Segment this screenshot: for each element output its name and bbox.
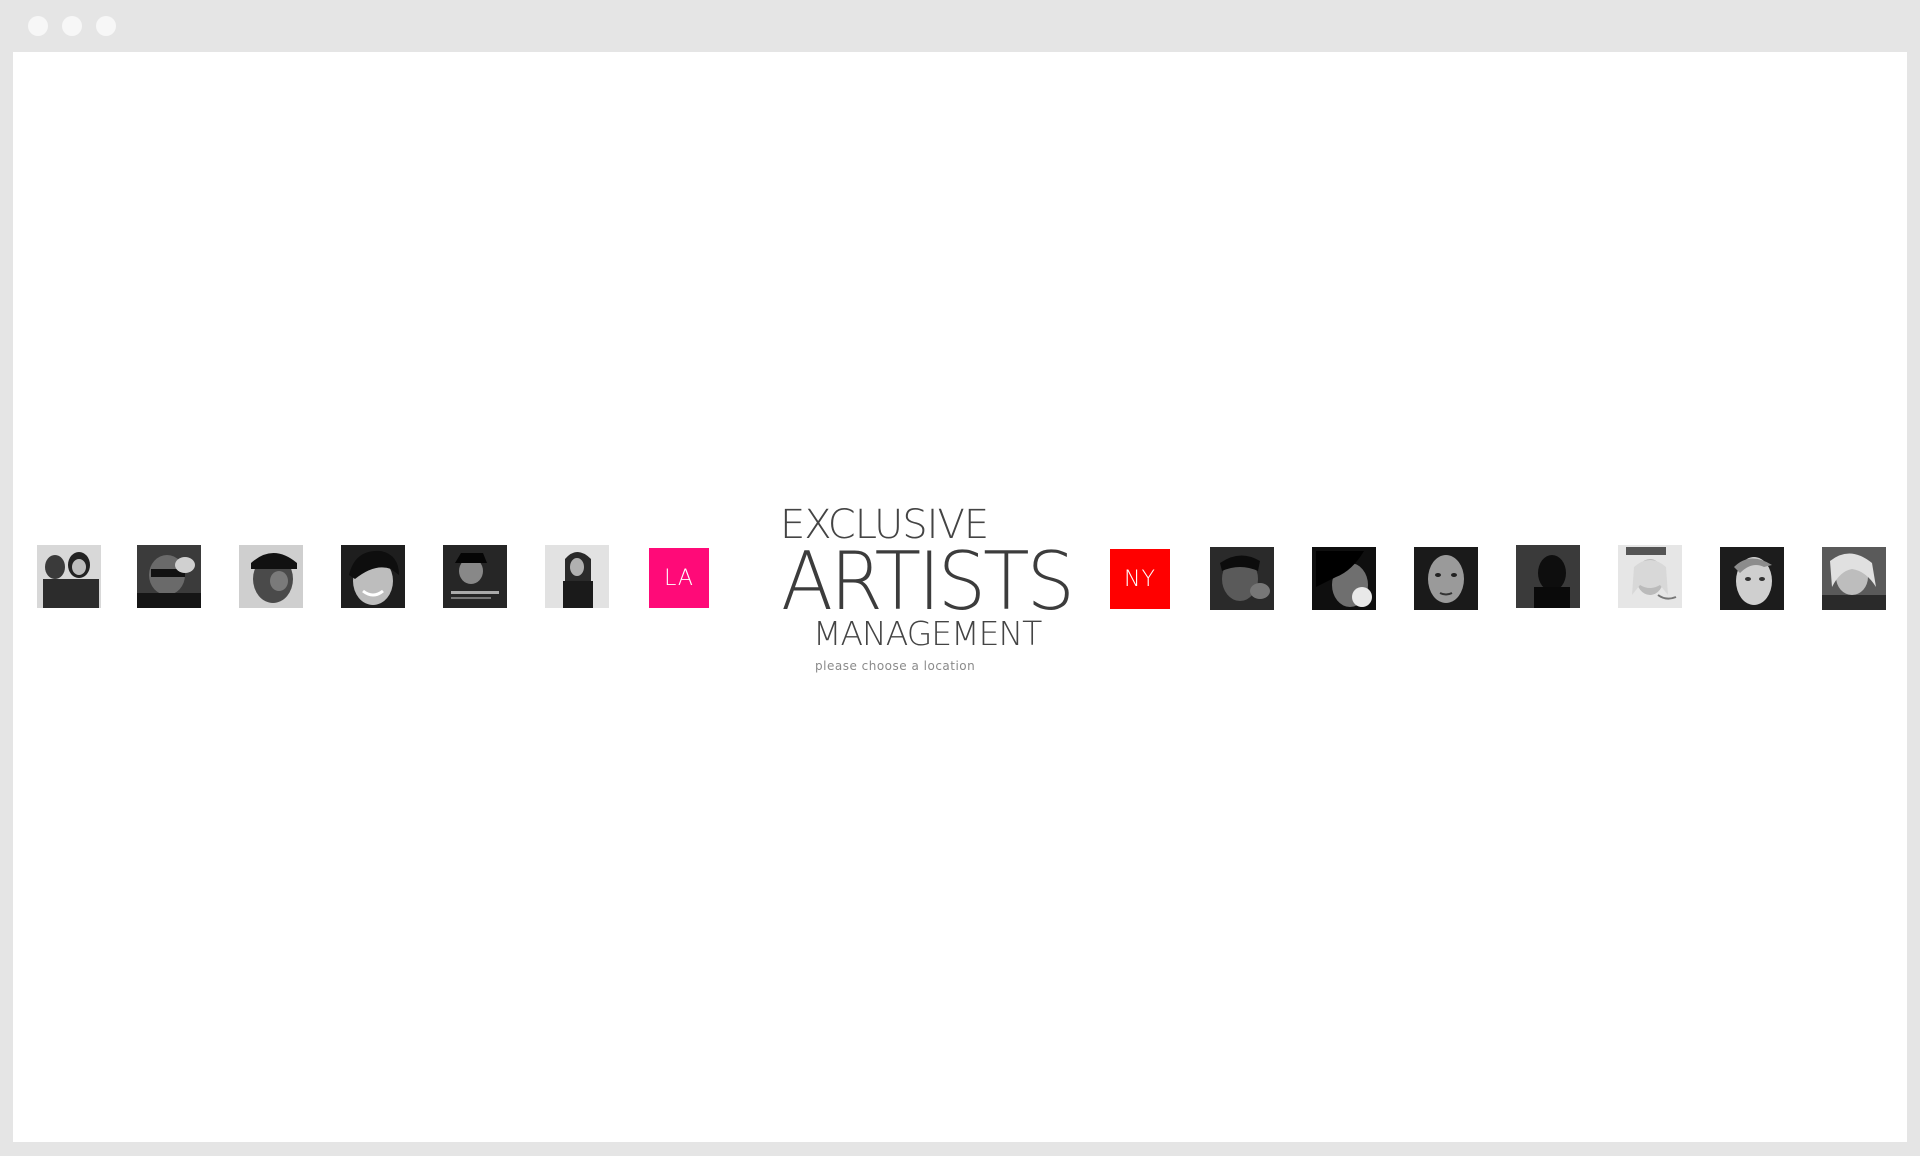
artist-photo-icon [1822,547,1886,610]
la-location-button[interactable]: LA [649,548,709,608]
ny-location-label: NY [1124,566,1156,592]
artist-thumbnail-2[interactable] [137,545,201,608]
artist-photo-icon [37,545,101,608]
artist-photo-icon [1720,547,1784,610]
artist-photo-icon [1210,547,1274,610]
ny-location-button[interactable]: NY [1110,549,1170,609]
artist-thumbnail-12[interactable] [1720,547,1784,610]
artist-photo-icon [545,545,609,608]
artist-thumbnail-13[interactable] [1822,547,1886,610]
artist-photo-icon [1618,545,1682,608]
la-location-label: LA [664,565,694,591]
page-viewport: LA EXCLUSIVE ARTISTS MANAGEMENT please c… [13,52,1907,1142]
artist-thumbnail-5[interactable] [443,545,507,608]
artist-thumbnail-8[interactable] [1312,547,1376,610]
logo-line-management: MANAGEMENT [813,614,1042,653]
artist-thumbnail-11[interactable] [1618,545,1682,608]
location-prompt: please choose a location [815,659,976,673]
artist-thumbnail-1[interactable] [37,545,101,608]
window-maximize-dot[interactable] [96,16,116,36]
window-minimize-dot[interactable] [62,16,82,36]
artist-photo-icon [239,545,303,608]
window-close-dot[interactable] [28,16,48,36]
artist-photo-icon [1414,547,1478,610]
artist-photo-icon [1312,547,1376,610]
artist-photo-icon [443,545,507,608]
artist-thumbnail-7[interactable] [1210,547,1274,610]
artist-photo-icon [1516,545,1580,608]
browser-chrome-bar [0,0,1920,52]
artist-thumbnail-4[interactable] [341,545,405,608]
artist-thumbnail-9[interactable] [1414,547,1478,610]
artist-thumbnail-10[interactable] [1516,545,1580,608]
artist-thumbnail-6[interactable] [545,545,609,608]
artist-photo-icon [137,545,201,608]
artist-thumbnail-3[interactable] [239,545,303,608]
artist-photo-icon [341,545,405,608]
